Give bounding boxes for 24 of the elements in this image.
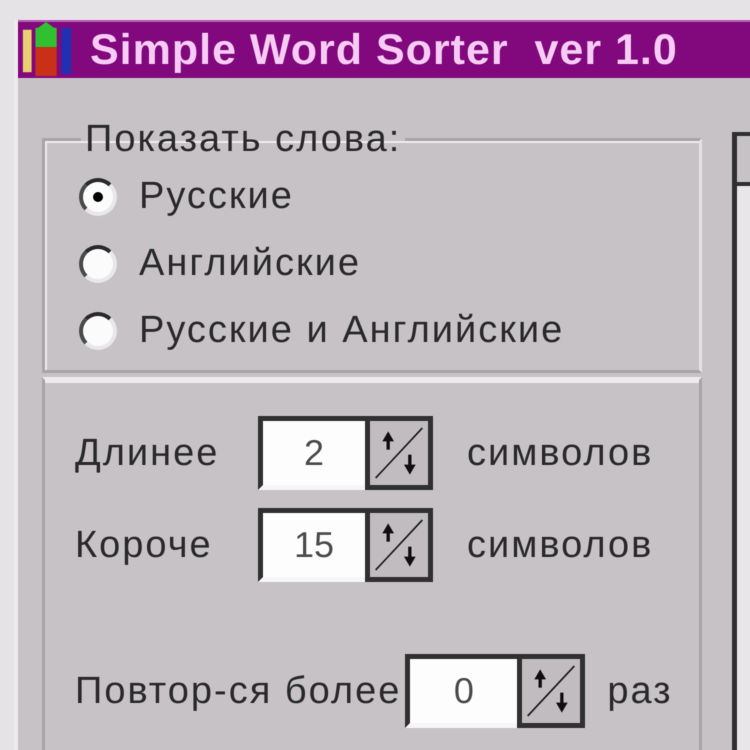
up-down-arrows-icon bbox=[374, 517, 424, 573]
spin-button[interactable] bbox=[365, 416, 433, 490]
radio-button[interactable] bbox=[79, 312, 117, 350]
unit-label: символов bbox=[467, 432, 654, 474]
spin-button[interactable] bbox=[517, 654, 586, 728]
app-icon bbox=[22, 22, 74, 78]
group-label: Показать слова: bbox=[84, 118, 402, 160]
unit-label: символов bbox=[467, 524, 654, 566]
up-down-arrows-icon bbox=[374, 425, 424, 481]
unit-label: раз bbox=[607, 670, 673, 712]
spin-button[interactable] bbox=[365, 508, 433, 582]
radio-button[interactable] bbox=[79, 178, 117, 216]
radio-label[interactable]: Русские bbox=[139, 176, 294, 217]
number-field[interactable]: 2 bbox=[258, 416, 365, 490]
window-title: Simple Word Sorter ver 1.0 bbox=[90, 26, 678, 74]
field-label: Повтор-ся более bbox=[75, 670, 402, 712]
radio-label[interactable]: Английские bbox=[139, 243, 361, 284]
up-down-arrows-icon bbox=[526, 663, 576, 719]
radio-label[interactable]: Русские и Английские bbox=[139, 310, 564, 351]
radio-button[interactable] bbox=[79, 244, 117, 282]
field-label: Короче bbox=[75, 524, 214, 566]
field-label: Длинее bbox=[75, 432, 220, 474]
number-field[interactable]: 0 bbox=[405, 654, 518, 728]
number-field[interactable]: 15 bbox=[258, 508, 365, 582]
